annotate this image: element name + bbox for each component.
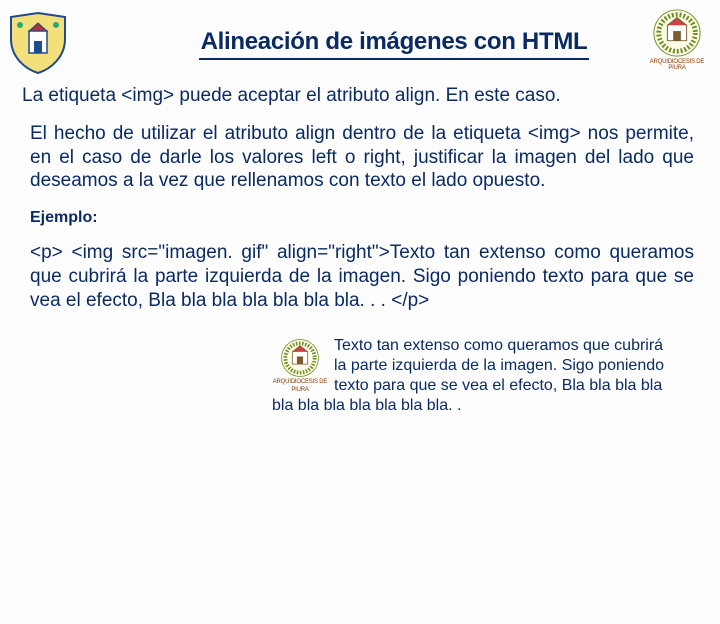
example-rendered-output: ARQUIDIOCESIS DE PIURA Texto tan extenso… [272,336,672,416]
slide-header: Alineación de imágenes con HTML ARQUIDIO… [0,0,720,80]
demo-crest-caption: ARQUIDIOCESIS DE PIURA [272,379,328,394]
page-title: Alineación de imágenes con HTML [199,26,590,60]
archdiocese-crest-icon: ARQUIDIOCESIS DE PIURA [644,6,710,72]
intro-paragraph: La etiqueta <img> puede aceptar el atrib… [22,84,698,108]
demo-text: Texto tan extenso como queramos que cubr… [272,337,664,414]
title-container: Alineación de imágenes con HTML [78,26,710,60]
example-code: <p> <img src="imagen. gif" align="right"… [22,241,698,312]
slide-body: La etiqueta <img> puede aceptar el atrib… [0,80,720,416]
archdiocese-crest-icon: ARQUIDIOCESIS DE PIURA [272,338,328,394]
example-label: Ejemplo: [22,209,698,227]
university-shield-icon [4,9,72,77]
explanation-paragraph: El hecho de utilizar el atributo align d… [22,122,698,193]
crest-caption: ARQUIDIOCESIS DE PIURA [644,59,710,71]
